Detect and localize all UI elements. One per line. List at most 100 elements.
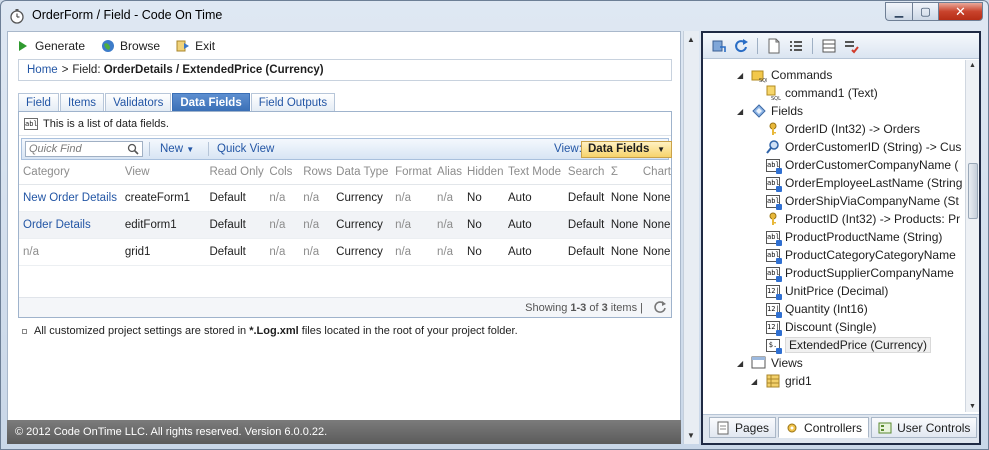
- table-row[interactable]: New Order Details createForm1 Default n/…: [19, 184, 671, 212]
- tree-node-field[interactable]: OrderCustomerID (String) -> Cus: [765, 138, 961, 156]
- column-header-hidden[interactable]: Hidden: [463, 160, 504, 185]
- view-selector[interactable]: Data Fields ▼: [581, 141, 672, 158]
- tree-node-field[interactable]: abl OrderEmployeeLastName (String: [765, 174, 962, 192]
- tab-data-fields[interactable]: Data Fields: [172, 93, 250, 111]
- tree-node-grid1[interactable]: ◢ grid1: [751, 372, 812, 390]
- new-file-icon[interactable]: [766, 38, 782, 54]
- tree-node-field[interactable]: abl ProductProductName (String): [765, 228, 942, 246]
- grid-description: abl This is a list of data fields.: [19, 112, 671, 136]
- column-header-sigma[interactable]: Σ: [606, 160, 639, 185]
- scroll-down-icon[interactable]: ▼: [687, 431, 695, 440]
- tree-node-label: ExtendedPrice (Currency): [785, 337, 932, 353]
- table-icon[interactable]: [821, 38, 837, 54]
- collapse-icon[interactable]: ◢: [737, 359, 747, 368]
- tree-node-field[interactable]: 12| Discount (Single): [765, 318, 876, 336]
- tree-node-field-selected[interactable]: $. ExtendedPrice (Currency): [765, 336, 932, 354]
- column-header-rows[interactable]: Rows: [299, 160, 333, 185]
- tree-node-label: ProductID (Int32) -> Products: Pr: [785, 212, 961, 226]
- explorer-scrollbar[interactable]: ▲ ▼: [965, 60, 979, 412]
- cell-cols: n/a: [265, 184, 300, 212]
- generate-button[interactable]: Generate: [16, 39, 85, 53]
- scroll-down-icon[interactable]: ▼: [969, 403, 976, 410]
- tree-node-field[interactable]: abl ProductSupplierCompanyName: [765, 264, 954, 282]
- tree-node-field[interactable]: abl ProductCategoryCategoryName: [765, 246, 956, 264]
- svg-text:SQL: SQL: [759, 78, 767, 83]
- quick-find-input[interactable]: Quick Find: [25, 141, 143, 157]
- column-header-category[interactable]: Category: [19, 160, 121, 185]
- breadcrumb-field-label: Field:: [72, 64, 101, 76]
- window-title: OrderForm / Field - Code On Time: [32, 8, 223, 22]
- column-header-text-mode[interactable]: Text Mode: [504, 160, 564, 185]
- tree-node-field[interactable]: abl OrderShipViaCompanyName (St: [765, 192, 959, 210]
- refresh-icon[interactable]: [733, 38, 749, 54]
- quick-view-button[interactable]: Quick View: [217, 143, 274, 155]
- tab-controllers[interactable]: Controllers: [778, 417, 870, 438]
- cell-view: grid1: [120, 238, 206, 266]
- list-icon[interactable]: [788, 38, 804, 54]
- tree-node-command1[interactable]: SQL command1 (Text): [765, 84, 878, 102]
- scroll-up-icon[interactable]: ▲: [969, 62, 976, 69]
- cell-category[interactable]: Order Details: [19, 211, 121, 239]
- cell-search: Default: [563, 211, 607, 239]
- numeric-field-icon: 12|: [765, 319, 782, 336]
- column-header-data-type[interactable]: Data Type: [332, 160, 392, 185]
- tree-node-field[interactable]: OrderID (Int32) -> Orders: [765, 120, 920, 138]
- collapse-icon[interactable]: ◢: [737, 107, 747, 116]
- maximize-button[interactable]: ▢: [912, 2, 938, 21]
- exit-button[interactable]: Exit: [176, 39, 215, 53]
- tree-node-field[interactable]: abl OrderCustomerCompanyName (: [765, 156, 958, 174]
- cell-text-mode: Auto: [504, 211, 564, 239]
- tab-user-controls[interactable]: User Controls: [871, 417, 978, 438]
- column-header-alias[interactable]: Alias: [433, 160, 464, 185]
- minimize-button[interactable]: ▁: [885, 2, 912, 21]
- cell-rows: n/a: [299, 238, 333, 266]
- new-menu-button[interactable]: New ▼: [160, 143, 194, 155]
- text-field-icon: abl: [24, 117, 38, 130]
- table-row[interactable]: Order Details editForm1 Default n/a n/a …: [19, 211, 671, 239]
- close-button[interactable]: ✕: [938, 2, 983, 21]
- collapse-icon[interactable]: ◢: [751, 377, 761, 386]
- cell-alias: n/a: [433, 238, 464, 266]
- tree-node-field[interactable]: 12| UnitPrice (Decimal): [765, 282, 888, 300]
- tree-node-views[interactable]: ◢ Views: [737, 354, 803, 372]
- footer: © 2012 Code OnTime LLC. All rights reser…: [7, 420, 681, 444]
- tree-node-label: Views: [771, 356, 803, 370]
- collapse-icon[interactable]: ◢: [737, 71, 747, 80]
- column-header-view[interactable]: View: [120, 160, 206, 185]
- tab-field-outputs[interactable]: Field Outputs: [250, 93, 336, 111]
- tab-pages[interactable]: Pages: [709, 417, 777, 438]
- tab-items[interactable]: Items: [59, 93, 105, 111]
- browse-button[interactable]: Browse: [101, 39, 160, 53]
- checklist-icon[interactable]: [843, 38, 859, 54]
- sync-icon[interactable]: [711, 38, 727, 54]
- tree-node-fields[interactable]: ◢ Fields: [737, 102, 803, 120]
- controllers-icon: [787, 423, 797, 432]
- cell-alias: n/a: [433, 211, 464, 239]
- cell-sigma: None: [606, 238, 639, 266]
- column-header-format[interactable]: Format: [391, 160, 434, 185]
- tree-node-commands[interactable]: ◢ SQL Commands: [737, 66, 832, 84]
- cell-cols: n/a: [265, 211, 300, 239]
- column-header-read-only[interactable]: Read Only: [205, 160, 266, 185]
- scroll-up-icon[interactable]: ▲: [687, 35, 695, 44]
- column-header-cols[interactable]: Cols: [265, 160, 300, 185]
- chevron-down-icon: ▼: [186, 145, 195, 154]
- scrollbar-thumb[interactable]: [968, 163, 978, 219]
- tab-validators[interactable]: Validators: [105, 93, 172, 111]
- column-header-search[interactable]: Search: [563, 160, 607, 185]
- column-header-chart[interactable]: Chart: [638, 160, 671, 185]
- refresh-icon[interactable]: [653, 300, 667, 314]
- main-scrollbar[interactable]: ▲ ▼: [683, 31, 699, 444]
- cell-search: Default: [563, 184, 607, 212]
- action-separator: [149, 142, 150, 156]
- cell-read-only: Default: [205, 211, 266, 239]
- tab-field[interactable]: Field: [18, 93, 59, 111]
- tree-node-label: ProductSupplierCompanyName: [785, 266, 954, 280]
- breadcrumb-home-link[interactable]: Home: [27, 64, 58, 76]
- tree-node-field[interactable]: 12| Quantity (Int16): [765, 300, 868, 318]
- pager-divider: |: [640, 302, 643, 314]
- cell-category[interactable]: New Order Details: [19, 184, 121, 212]
- search-icon[interactable]: [127, 143, 139, 155]
- table-row[interactable]: n/a grid1 Default n/a n/a Currency n/a n…: [19, 238, 671, 266]
- tree-node-field[interactable]: ProductID (Int32) -> Products: Pr: [765, 210, 960, 228]
